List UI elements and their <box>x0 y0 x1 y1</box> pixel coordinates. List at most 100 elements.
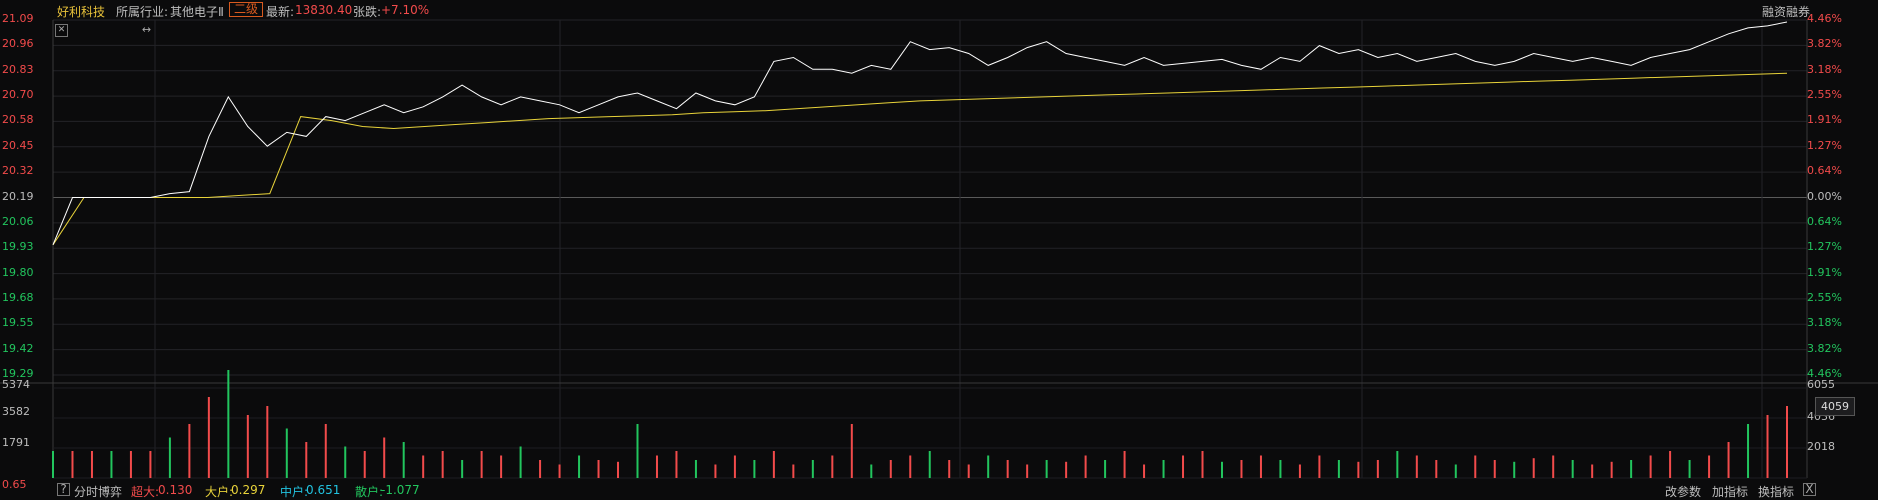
intraday-chart[interactable] <box>0 0 1878 500</box>
mid-label: 中户: <box>280 485 309 499</box>
top-info-bar: 好利科技 所属行业: 其他电子Ⅱ 二级 最新: 13830.40 张跌: +7.… <box>0 0 1878 20</box>
volume-bar <box>1065 461 1068 478</box>
volume-bar <box>519 446 522 478</box>
volume-bar <box>948 460 951 478</box>
change-params-button[interactable]: 改参数 <box>1665 483 1701 500</box>
price-tick-label: 20.58 <box>2 113 34 127</box>
volume-bars <box>52 370 1788 478</box>
volume-bar <box>90 451 93 478</box>
stock-name[interactable]: 好利科技 <box>57 3 105 20</box>
percent-tick-label: 3.18% <box>1807 62 1842 76</box>
volume-bar <box>1182 455 1185 478</box>
switch-indicator-button[interactable]: 换指标 <box>1758 483 1794 500</box>
retail-label: 散户: <box>355 485 384 499</box>
volume-bar <box>753 460 756 478</box>
volume-bar <box>928 451 931 478</box>
price-tick-label: 19.55 <box>2 316 34 330</box>
volume-bar <box>363 451 366 478</box>
latest-label: 最新: <box>266 5 295 19</box>
margin-trading-link[interactable]: 融资融券 <box>1762 3 1810 20</box>
volume-bar <box>1727 442 1730 478</box>
volume-bar <box>1376 460 1379 478</box>
percent-tick-label: 3.82% <box>1807 341 1842 355</box>
close-icon[interactable]: ✕ <box>55 24 68 37</box>
average-price-path <box>52 72 1788 246</box>
industry-value[interactable]: 其他电子Ⅱ <box>170 3 224 20</box>
volume-bar <box>1084 455 1087 478</box>
volume-bar <box>422 455 425 478</box>
volume-bar <box>71 451 74 478</box>
volume-bar <box>1493 460 1496 478</box>
volume-bar <box>1415 455 1418 478</box>
change-label: 张跌: <box>353 5 382 19</box>
volume-bar <box>1045 460 1048 478</box>
percent-tick-label: 3.82% <box>1807 37 1842 51</box>
volume-bar <box>792 464 795 478</box>
volume-bar <box>324 424 327 478</box>
volume-bar <box>539 460 542 478</box>
volume-bar <box>967 464 970 478</box>
volume-bar <box>909 455 912 478</box>
volume-bar <box>188 424 191 478</box>
volume-bar <box>1630 460 1633 478</box>
volume-bar <box>1474 455 1477 478</box>
percent-tick-label: 4.46% <box>1807 12 1842 25</box>
large-label: 大户: <box>205 485 234 499</box>
volume-bar <box>1220 461 1223 478</box>
volume-bar <box>675 451 678 478</box>
volume-bar <box>1532 458 1535 478</box>
volume-bar <box>1026 464 1029 478</box>
volume-bar <box>1649 455 1652 478</box>
super-label: 超大: <box>131 485 160 499</box>
price-tick-label: 20.19 <box>2 189 34 203</box>
volume-bar <box>344 446 347 478</box>
percent-tick-label: 2.55% <box>1807 88 1842 102</box>
super-value: 0.130 <box>158 483 193 497</box>
volume-bar <box>811 460 814 478</box>
volume-bar <box>227 370 230 478</box>
volume-bar <box>1259 455 1262 478</box>
level-tag[interactable]: 二级 <box>229 2 264 17</box>
add-indicator-button[interactable]: 加指标 <box>1712 483 1748 500</box>
volume-bar <box>1669 451 1672 478</box>
volume-bar <box>1298 464 1301 478</box>
volume-bar <box>461 460 464 478</box>
volume-bar <box>305 442 308 478</box>
volume-bar <box>558 464 561 478</box>
volume-tick-label: 1791 <box>2 436 30 449</box>
price-tick-label: 20.83 <box>2 62 34 76</box>
volume-bar <box>52 451 54 478</box>
volume-bar <box>1201 451 1204 478</box>
volume-readout: 4059 <box>1815 397 1855 416</box>
percent-tick-label: 1.91% <box>1807 265 1842 279</box>
volume-bar <box>266 406 269 478</box>
volume-bar <box>285 428 288 478</box>
price-tick-label: 20.06 <box>2 214 34 228</box>
price-line <box>52 21 1788 245</box>
volume-bar <box>402 442 405 478</box>
resize-icon[interactable]: ↔ <box>141 24 152 35</box>
volume-bar <box>870 464 873 478</box>
latest-value: 13830.40 <box>295 3 353 17</box>
mid-value: 0.651 <box>306 483 341 497</box>
volume-bar <box>850 424 853 478</box>
volume-bar <box>1435 460 1438 478</box>
price-tick-label: 19.68 <box>2 290 34 304</box>
indicator-name[interactable]: 分时博弈 <box>74 483 122 500</box>
help-icon[interactable]: ? <box>57 483 70 496</box>
volume-bar <box>1766 415 1769 478</box>
volume-bar <box>1610 461 1613 478</box>
large-value: 0.297 <box>231 483 266 497</box>
volume-bar <box>1513 461 1516 478</box>
industry-label: 所属行业: <box>116 5 169 19</box>
average-price-line <box>52 72 1788 246</box>
volume-bar <box>1454 464 1457 478</box>
volume-bar <box>1006 460 1009 478</box>
price-tick-label: 19.80 <box>2 265 34 279</box>
volume-bar <box>617 461 620 478</box>
volume-bar <box>772 451 775 478</box>
close-indicator-icon[interactable]: X <box>1803 483 1816 496</box>
volume-tick-label: 3582 <box>2 405 30 418</box>
volume-bar <box>480 451 483 478</box>
volume-bar <box>889 460 892 478</box>
